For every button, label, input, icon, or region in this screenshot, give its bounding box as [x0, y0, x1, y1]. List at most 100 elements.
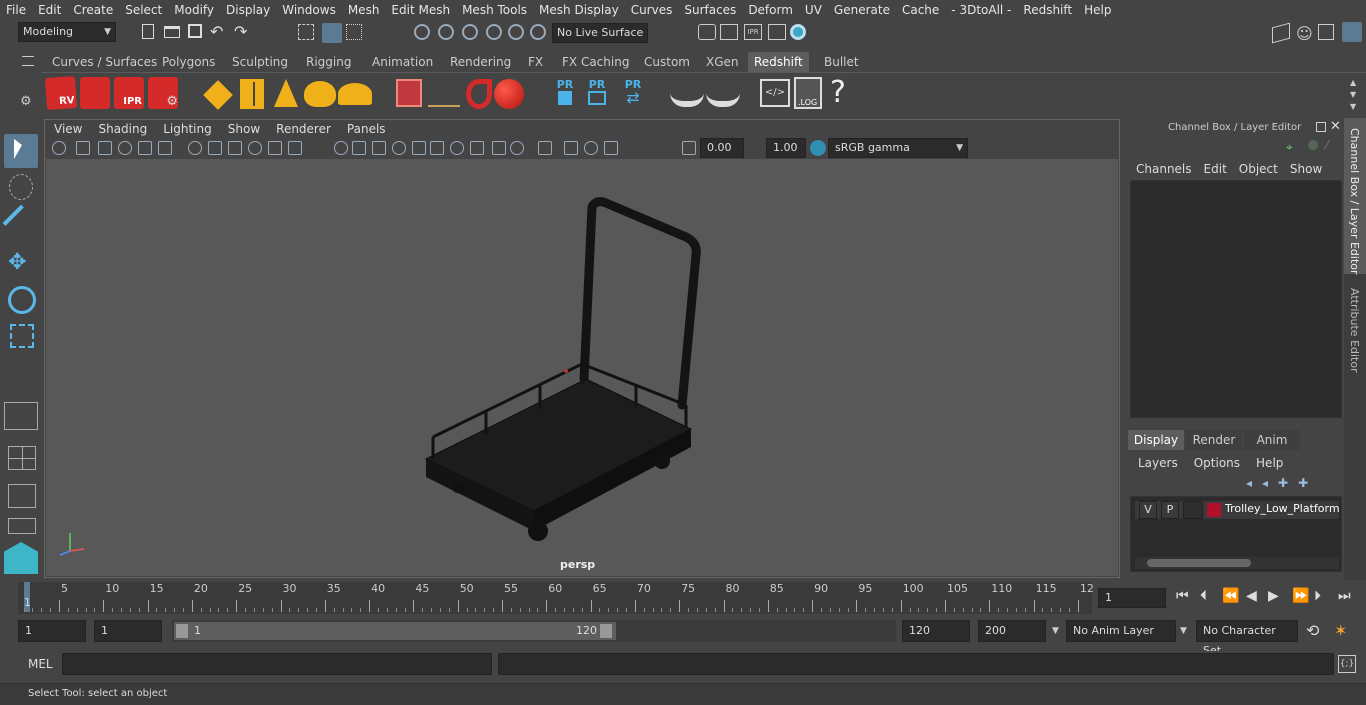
script-editor-icon[interactable]: </> [760, 79, 790, 107]
scene-end-field[interactable]: 200 [978, 620, 1046, 642]
paint-select-tool-icon[interactable] [2, 204, 40, 242]
grid-icon[interactable] [188, 141, 202, 155]
anti-aliasing-icon[interactable] [492, 141, 506, 155]
select-component-icon[interactable] [346, 24, 362, 40]
snap-live-icon[interactable] [530, 24, 546, 40]
time-slider[interactable]: 1 5 10 15 20 25 30 35 40 45 50 55 60 65 70 75 80 85 90 95 1… [0, 580, 1366, 616]
menu-3dtoall[interactable]: - 3DtoAll - [945, 0, 1017, 20]
color-management-icon[interactable] [810, 140, 826, 156]
sun-sky-icon[interactable] [338, 83, 372, 105]
menu-windows[interactable]: Windows [276, 0, 342, 20]
shelf-gear-icon[interactable]: ⚙ [20, 94, 32, 109]
menu-surfaces[interactable]: Surfaces [678, 0, 742, 20]
menu-generate[interactable]: Generate [828, 0, 896, 20]
xray-joints-icon[interactable] [584, 141, 598, 155]
attribute-editor-toggle-icon[interactable] [1318, 24, 1334, 40]
ambient-occlusion-icon[interactable] [450, 141, 464, 155]
shelf-tab-redshift[interactable]: Redshift [748, 52, 809, 72]
viewport-menu-lighting[interactable]: Lighting [155, 120, 220, 138]
layer-editor-tab-anim[interactable]: Anim [1244, 430, 1300, 450]
step-forward-key-icon[interactable]: ⏩ [1292, 588, 1309, 604]
channel-box-menu-object[interactable]: Object [1235, 160, 1286, 178]
mode-selector[interactable]: Modeling ▼ [18, 22, 116, 42]
exposure-icon[interactable] [682, 141, 696, 155]
menu-curves[interactable]: Curves [625, 0, 679, 20]
menu-mesh[interactable]: Mesh [342, 0, 386, 20]
character-controls-icon[interactable]: ☺ [1296, 24, 1314, 43]
maya-logo-icon[interactable] [4, 542, 38, 574]
safe-action-icon[interactable] [288, 141, 302, 155]
layer-editor-tab-display[interactable]: Display [1128, 430, 1184, 450]
animation-preferences-icon[interactable]: ✶ [1334, 621, 1347, 640]
viewport-menu-view[interactable]: View [46, 120, 90, 138]
current-frame-field[interactable]: 1 [1098, 588, 1166, 608]
channel-box-toggle-b-icon[interactable]: ⁄ [1326, 138, 1328, 152]
live-surface-field[interactable]: No Live Surface [552, 23, 648, 43]
menu-redshift[interactable]: Redshift [1017, 0, 1078, 20]
shelf-tab-bullet[interactable]: Bullet [818, 52, 865, 72]
command-input[interactable] [62, 653, 492, 675]
outliner-layout-icon[interactable] [8, 484, 36, 508]
channel-box-menu-show[interactable]: Show [1286, 160, 1330, 178]
smooth-shade-icon[interactable] [352, 141, 366, 155]
float-panel-icon[interactable] [1316, 122, 1326, 132]
color-space-selector[interactable]: sRGB gamma ▼ [828, 138, 968, 158]
camera-select-icon[interactable] [52, 141, 66, 155]
channel-box-menu-channels[interactable]: Channels [1132, 160, 1200, 178]
close-icon[interactable]: ✕ [1330, 119, 1341, 134]
wireframe-icon[interactable] [334, 141, 348, 155]
channel-box-toggle-a-icon[interactable] [1308, 140, 1318, 150]
render-globe-icon[interactable] [790, 24, 806, 40]
shelf-tab-curves-surfaces[interactable]: Curves / Surfaces [46, 52, 163, 72]
ies-light-icon[interactable] [428, 91, 460, 107]
anim-layer-selector[interactable]: No Anim Layer [1066, 620, 1176, 642]
menu-edit-mesh[interactable]: Edit Mesh [385, 0, 456, 20]
menu-cache[interactable]: Cache [896, 0, 945, 20]
select-object-icon[interactable] [322, 23, 342, 43]
command-language-label[interactable]: MEL [28, 657, 53, 671]
menu-mesh-tools[interactable]: Mesh Tools [456, 0, 533, 20]
menu-modify[interactable]: Modify [168, 0, 220, 20]
render-settings-icon[interactable] [698, 24, 716, 40]
field-chart-icon[interactable] [268, 141, 282, 155]
character-set-selector[interactable]: No Character Set [1196, 620, 1298, 657]
bake-options-icon[interactable] [706, 81, 740, 107]
isolate-select-icon[interactable] [538, 141, 552, 155]
layer-name[interactable]: Trolley_Low_Platform_v [1225, 502, 1339, 515]
bake-icon[interactable] [670, 81, 704, 107]
modeling-toolkit-icon[interactable] [1272, 22, 1290, 44]
scale-tool-icon[interactable] [10, 324, 34, 348]
shelf-tab-xgen[interactable]: XGen [700, 52, 745, 72]
shelf-tab-sculpting[interactable]: Sculpting [226, 52, 294, 72]
layer-visibility-toggle[interactable]: V [1139, 501, 1157, 519]
image-plane-icon[interactable] [118, 141, 132, 155]
redo-icon[interactable]: ↷ [234, 22, 252, 41]
help-icon[interactable]: ? [830, 75, 846, 110]
pr-proxy-sync-icon[interactable]: PR ⇄ [618, 77, 648, 109]
snap-surface-icon[interactable] [508, 24, 524, 40]
shelf-menu-icon[interactable] [22, 56, 34, 66]
lasso-tool-icon[interactable] [9, 174, 33, 200]
viewport-menu-panels[interactable]: Panels [339, 120, 394, 138]
pr-proxy-export-icon[interactable]: PR [552, 77, 578, 109]
menu-create[interactable]: Create [67, 0, 119, 20]
menu-select[interactable]: Select [119, 0, 168, 20]
backface-culling-icon[interactable] [604, 141, 618, 155]
shelf-tab-rendering[interactable]: Rendering [444, 52, 517, 72]
snap-grid-icon[interactable] [414, 24, 430, 40]
playback-start-field[interactable]: 1 [94, 620, 162, 642]
select-hierarchy-icon[interactable] [298, 24, 314, 40]
viewport-menu-renderer[interactable]: Renderer [268, 120, 339, 138]
layer-color-swatch[interactable] [1207, 503, 1221, 517]
use-lights-icon[interactable] [412, 141, 426, 155]
side-tab-attribute-editor[interactable]: Attribute Editor [1344, 280, 1366, 380]
channel-box-toggle-icon[interactable] [1342, 22, 1362, 42]
proxy-icon[interactable] [203, 80, 233, 110]
layer-editor-menu-options[interactable]: Options [1190, 454, 1252, 472]
redshift-render-icon[interactable] [80, 77, 110, 109]
mesh-light-icon[interactable] [396, 79, 422, 107]
chevron-down-icon[interactable]: ▼ [1180, 626, 1187, 636]
layer-display-type-toggle[interactable] [1183, 501, 1203, 519]
layer-row[interactable]: V P Trolley_Low_Platform_v [1135, 501, 1339, 519]
script-editor-icon[interactable]: {;} [1338, 655, 1356, 673]
